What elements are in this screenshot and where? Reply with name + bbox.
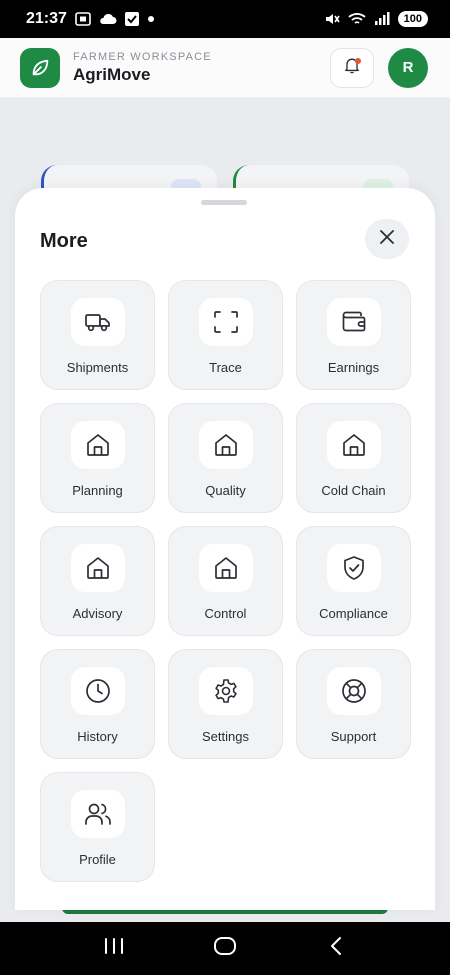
tile-support[interactable]: Support [296, 649, 411, 759]
tile-label: Control [204, 606, 247, 621]
scan-icon [198, 298, 253, 346]
tile-advisory[interactable]: Advisory [40, 526, 155, 636]
recent-apps-button[interactable] [94, 934, 134, 964]
home-button[interactable] [205, 934, 245, 964]
clock-icon [70, 667, 125, 715]
lifebuoy-icon [326, 667, 381, 715]
tile-label: Planning [72, 483, 123, 498]
tile-label: Earnings [327, 360, 380, 375]
tile-compliance[interactable]: Compliance [296, 526, 411, 636]
header-actions: R [330, 47, 428, 88]
sheet-grabber[interactable] [201, 200, 247, 205]
tile-label: Quality [205, 483, 246, 498]
truck-icon [70, 298, 125, 346]
tile-cold-chain[interactable]: Cold Chain [296, 403, 411, 513]
brand: FARMER WORKSPACE AgriMove [73, 51, 212, 85]
sheet-title: More [40, 230, 88, 252]
recent-apps-icon [103, 937, 125, 960]
gear-icon [198, 667, 253, 715]
home-icon [198, 421, 253, 469]
battery-icon: 100 [397, 11, 428, 27]
tile-control[interactable]: Control [168, 526, 283, 636]
tile-label: Advisory [72, 606, 123, 621]
tile-label: Shipments [66, 360, 129, 375]
tile-settings[interactable]: Settings [168, 649, 283, 759]
workspace-label: FARMER WORKSPACE [73, 50, 212, 63]
app-title: AgriMove [73, 64, 151, 84]
app-header: FARMER WORKSPACE AgriMove R [0, 38, 450, 98]
mute-icon [324, 12, 340, 26]
close-icon [379, 229, 395, 250]
close-button[interactable] [365, 219, 409, 259]
tile-shipments[interactable]: Shipments [40, 280, 155, 390]
tile-label: History [77, 729, 118, 744]
notifications-button[interactable] [330, 47, 374, 88]
home-icon [326, 421, 381, 469]
tile-label: Compliance [319, 606, 388, 621]
status-time: 21:37 [26, 10, 67, 27]
tile-label: Profile [79, 852, 116, 867]
tile-label: Cold Chain [321, 483, 386, 498]
leaf-icon [20, 47, 60, 88]
tile-quality[interactable]: Quality [168, 403, 283, 513]
avatar[interactable]: R [388, 47, 428, 88]
home-button-icon [213, 936, 237, 961]
tile-trace[interactable]: Trace [168, 280, 283, 390]
shield-check-icon [326, 544, 381, 592]
more-sheet: More Shipments Trace Earnings Planning Q… [15, 188, 435, 910]
status-bar: 21:37 100 [0, 0, 450, 38]
cloud-icon [99, 13, 117, 25]
dot-icon [147, 15, 155, 23]
check-box-icon [124, 12, 139, 26]
tile-earnings[interactable]: Earnings [296, 280, 411, 390]
notification-dot [355, 57, 361, 64]
status-left: 21:37 [26, 10, 155, 28]
signal-icon [374, 12, 390, 26]
tile-label: Settings [202, 729, 249, 744]
screenshot-icon [75, 12, 91, 26]
home-icon [70, 421, 125, 469]
system-nav-bar [0, 922, 450, 975]
tile-history[interactable]: History [40, 649, 155, 759]
more-grid: Shipments Trace Earnings Planning Qualit… [40, 280, 411, 882]
tile-planning[interactable]: Planning [40, 403, 155, 513]
back-icon [328, 936, 344, 961]
wifi-icon [348, 12, 366, 26]
tile-label: Support [330, 729, 377, 744]
home-icon [70, 544, 125, 592]
home-icon [198, 544, 253, 592]
status-right: 100 [324, 11, 428, 27]
users-icon [70, 790, 125, 838]
wallet-icon [326, 298, 381, 346]
back-button[interactable] [316, 934, 356, 964]
tile-profile[interactable]: Profile [40, 772, 155, 882]
tile-label: Trace [209, 360, 242, 375]
